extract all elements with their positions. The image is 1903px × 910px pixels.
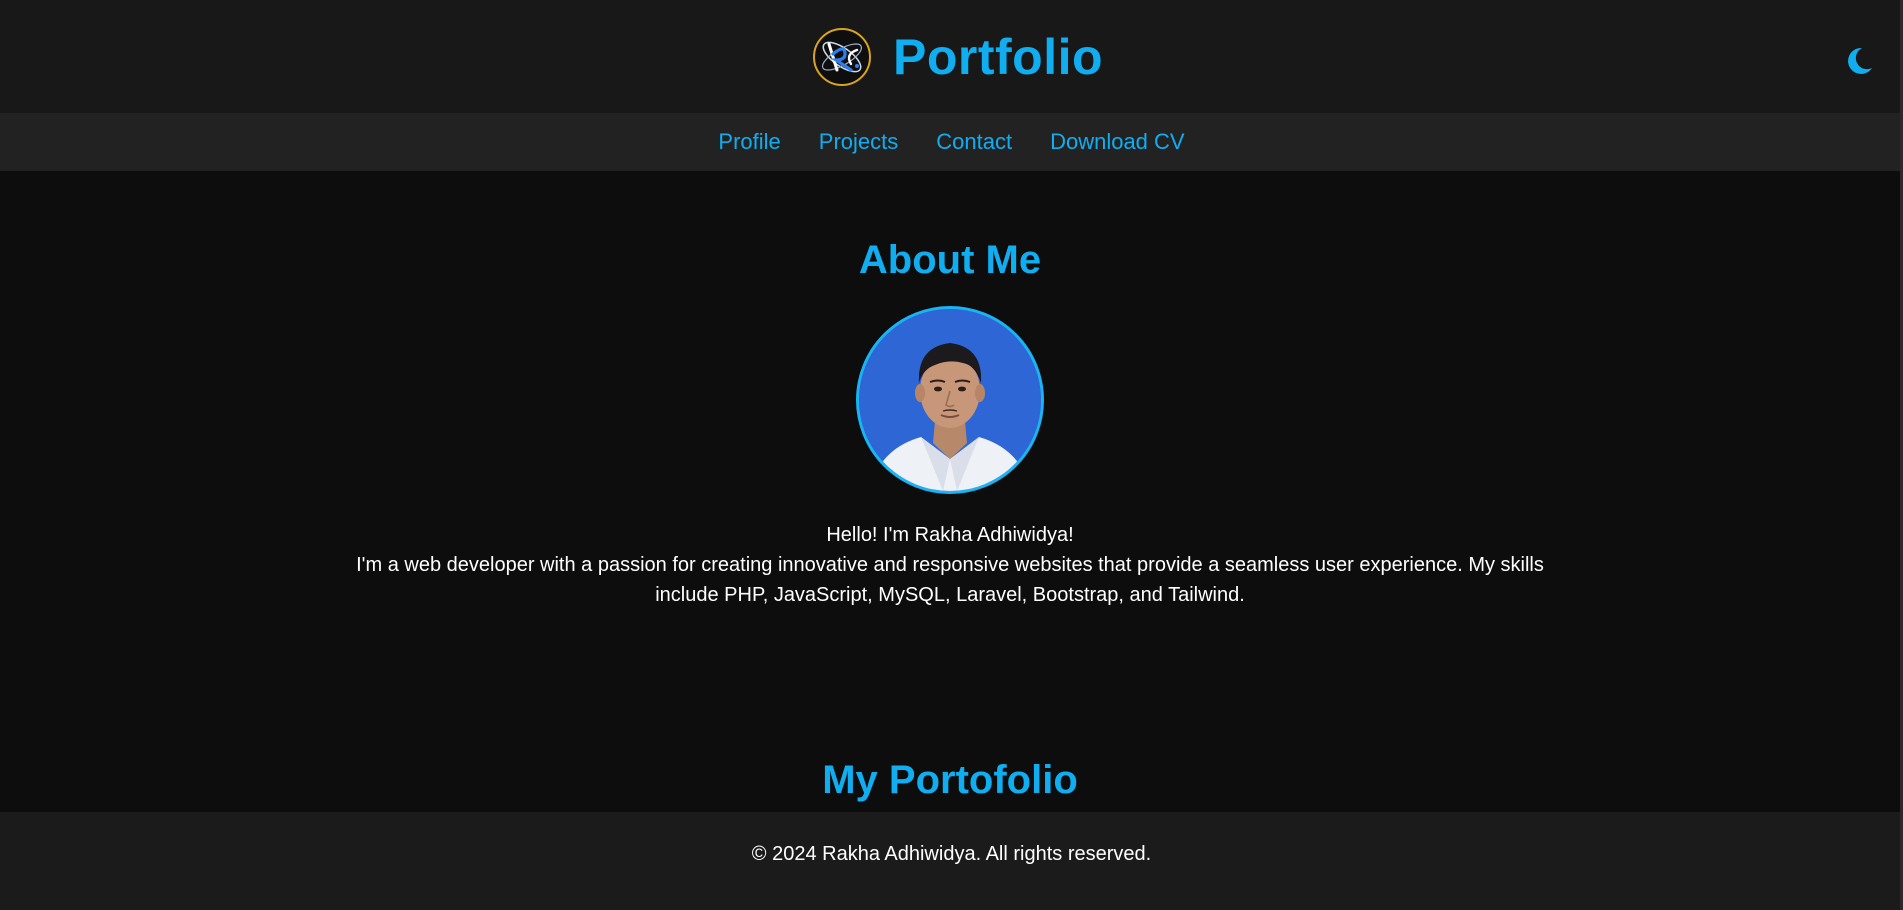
page: Portfolio Profile Projects Contact Downl… [0, 0, 1903, 910]
nav-link-projects[interactable]: Projects [819, 129, 898, 155]
nav-links: Profile Projects Contact Download CV [0, 113, 1903, 171]
rk-logo-icon[interactable] [813, 28, 871, 86]
copyright-text: © 2024 Rakha Adhiwidya. All rights reser… [751, 842, 1152, 865]
brand[interactable]: Portfolio [813, 26, 1103, 88]
nav-link-profile[interactable]: Profile [718, 129, 780, 155]
moon-icon [1848, 47, 1872, 74]
site-header: Portfolio [0, 0, 1903, 113]
site-title[interactable]: Portfolio [893, 26, 1103, 88]
profile-avatar [856, 306, 1044, 494]
about-title: About Me [858, 238, 1042, 282]
theme-toggle-button[interactable] [1842, 44, 1876, 78]
nav-link-download-cv[interactable]: Download CV [1050, 129, 1185, 155]
main-nav: Profile Projects Contact Download CV [0, 113, 1903, 171]
greeting-text: Hello! I'm Rakha Adhiwidya! [826, 524, 1074, 546]
about-bio: Hello! I'm Rakha Adhiwidya! I'm a web de… [340, 520, 1560, 610]
portfolio-title: My Portofolio [822, 758, 1078, 802]
bio-description: I'm a web developer with a passion for c… [356, 554, 1544, 606]
site-footer: © 2024 Rakha Adhiwidya. All rights reser… [0, 812, 1903, 910]
nav-link-contact[interactable]: Contact [936, 129, 1012, 155]
